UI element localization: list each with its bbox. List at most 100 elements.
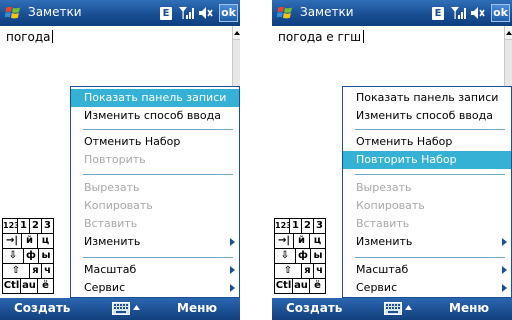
menu-item-redo: Повторить: [84, 153, 146, 166]
context-menu: Показать панель записи Изменить способ в…: [70, 86, 240, 298]
key-ё[interactable]: ё: [37, 278, 54, 294]
menu-separator: [355, 257, 505, 258]
menu-item-zoom[interactable]: Масштаб: [343, 261, 511, 279]
signal-strength-icon[interactable]: [178, 6, 194, 20]
softkey-bar: Создать Меню: [0, 298, 240, 320]
scroll-up-arrow-icon: [506, 31, 512, 35]
speaker-muted-icon[interactable]: [198, 6, 214, 20]
menu-item-service-label: Сервис: [84, 281, 126, 294]
keyboard-icon[interactable]: [112, 302, 130, 315]
submenu-arrow-icon: [502, 238, 507, 246]
submenu-arrow-icon: [230, 266, 235, 274]
key-ctrl[interactable]: Ctl: [274, 278, 293, 294]
menu-item-show-input-panel[interactable]: Показать панель записи: [343, 89, 511, 107]
menu-item-cut: Вырезать: [356, 181, 412, 194]
app-title: Заметки: [28, 5, 82, 19]
input-selector-arrow-icon[interactable]: [405, 304, 412, 311]
key-ф[interactable]: ф: [23, 248, 39, 264]
note-text-content: погода е ггш: [278, 30, 362, 44]
key-ц[interactable]: ц: [37, 233, 54, 249]
menu-item-service[interactable]: Сервис: [71, 279, 239, 297]
menu-item-zoom[interactable]: Масштаб: [71, 261, 239, 279]
edge-connection-icon[interactable]: E: [160, 7, 172, 20]
key-tab[interactable]: →|: [2, 233, 22, 249]
key-3[interactable]: 3: [313, 218, 326, 234]
menu-item-edit-label: Изменить: [84, 235, 141, 248]
menu-item-change-input-method[interactable]: Изменить способ ввода: [343, 107, 511, 125]
scroll-up-button[interactable]: [505, 26, 512, 40]
key-ы[interactable]: ы: [38, 248, 54, 264]
edge-connection-icon[interactable]: E: [432, 7, 444, 20]
note-text[interactable]: погода: [6, 30, 54, 44]
context-menu: Показать панель записи Изменить способ в…: [342, 86, 512, 298]
title-bar: Заметки E ok: [0, 0, 240, 26]
menu-separator: [83, 174, 233, 175]
right-screen: Заметки E ok погода е ггш 123 1 2 3 →| й…: [272, 0, 512, 320]
key-numeric-mode[interactable]: 123: [2, 218, 20, 234]
key-shift[interactable]: ⇧: [2, 263, 30, 279]
key-3[interactable]: 3: [41, 218, 54, 234]
ok-button[interactable]: ok: [491, 4, 510, 22]
keyboard-icon[interactable]: [384, 302, 402, 315]
scroll-up-arrow-icon: [234, 31, 240, 35]
app-title: Заметки: [300, 5, 354, 19]
scroll-up-button[interactable]: [233, 26, 240, 40]
menu-item-copy: Копировать: [84, 199, 153, 212]
menu-item-edit-label: Изменить: [356, 235, 413, 248]
menu-item-edit[interactable]: Изменить: [71, 233, 239, 251]
menu-item-zoom-label: Масштаб: [84, 263, 137, 276]
key-ц[interactable]: ц: [309, 233, 326, 249]
menu-item-undo[interactable]: Отменить Набор: [71, 133, 239, 151]
key-ф[interactable]: ф: [295, 248, 311, 264]
key-ы[interactable]: ы: [310, 248, 326, 264]
menu-separator: [355, 174, 505, 175]
menu-item-copy: Копировать: [356, 199, 425, 212]
note-text-content: погода: [6, 30, 51, 44]
key-ё[interactable]: ё: [309, 278, 326, 294]
key-au[interactable]: au: [292, 278, 310, 294]
key-ч[interactable]: ч: [313, 263, 326, 279]
text-caret: [52, 30, 54, 43]
menu-item-undo[interactable]: Отменить Набор: [343, 133, 511, 151]
left-screen: Заметки E ok погода 123 1 2 3 →| й ц ⇩ ф: [0, 0, 240, 320]
key-caps-lock[interactable]: ⇩: [2, 248, 24, 264]
key-й[interactable]: й: [293, 233, 310, 249]
menu-item-cut: Вырезать: [84, 181, 140, 194]
menu-item-zoom-label: Масштаб: [356, 263, 409, 276]
menu-item-show-input-panel[interactable]: Показать панель записи: [71, 89, 239, 107]
menu-item-service[interactable]: Сервис: [343, 279, 511, 297]
key-й[interactable]: й: [21, 233, 38, 249]
key-ctrl[interactable]: Ctl: [2, 278, 21, 294]
title-bar: Заметки E ok: [272, 0, 512, 26]
key-caps-lock[interactable]: ⇩: [274, 248, 296, 264]
softkey-create[interactable]: Создать: [14, 301, 70, 315]
menu-separator: [355, 129, 505, 130]
signal-strength-icon[interactable]: [450, 6, 466, 20]
menu-item-change-input-method[interactable]: Изменить способ ввода: [71, 107, 239, 125]
menu-item-paste: Вставить: [356, 217, 410, 230]
windows-start-icon[interactable]: [4, 4, 22, 22]
softkey-menu[interactable]: Меню: [177, 301, 217, 315]
submenu-arrow-icon: [502, 266, 507, 274]
key-ч[interactable]: ч: [41, 263, 54, 279]
key-au[interactable]: au: [20, 278, 38, 294]
note-text[interactable]: погода е ггш: [278, 30, 365, 44]
ok-button[interactable]: ok: [219, 4, 238, 22]
menu-item-redo[interactable]: Повторить Набор: [343, 151, 511, 169]
softkey-menu[interactable]: Меню: [449, 301, 489, 315]
submenu-arrow-icon: [230, 284, 235, 292]
speaker-muted-icon[interactable]: [470, 6, 486, 20]
softkey-bar: Создать Меню: [272, 298, 512, 320]
menu-item-edit[interactable]: Изменить: [343, 233, 511, 251]
key-tab[interactable]: →|: [274, 233, 294, 249]
windows-start-icon[interactable]: [276, 4, 294, 22]
softkey-create[interactable]: Создать: [286, 301, 342, 315]
key-numeric-mode[interactable]: 123: [274, 218, 292, 234]
menu-item-service-label: Сервис: [356, 281, 398, 294]
menu-item-paste: Вставить: [84, 217, 138, 230]
key-shift[interactable]: ⇧: [274, 263, 302, 279]
menu-separator: [83, 257, 233, 258]
input-selector-arrow-icon[interactable]: [133, 304, 140, 311]
menu-separator: [83, 129, 233, 130]
submenu-arrow-icon: [230, 238, 235, 246]
